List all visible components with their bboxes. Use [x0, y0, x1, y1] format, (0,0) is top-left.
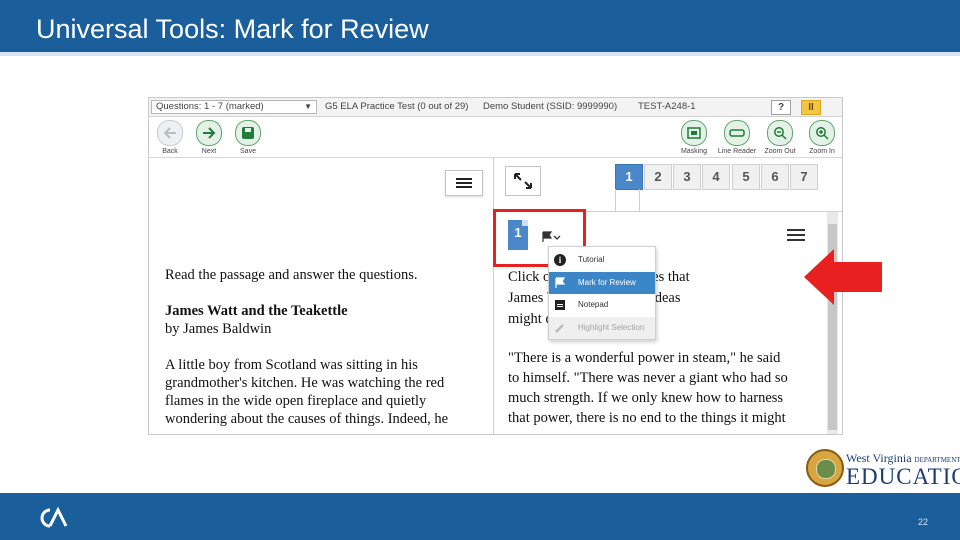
- quote-line-1[interactable]: "There is a wonderful power in steam," h…: [508, 348, 828, 368]
- active-tab-connector: [615, 189, 640, 212]
- wv-education-logo: West Virginia DEPARTMENT OF EDUCATION: [806, 449, 960, 489]
- highlighter-icon: [554, 322, 566, 334]
- passage-paragraph: A little boy from Scotland was sitting i…: [165, 357, 449, 427]
- quote-line-4[interactable]: that power, there is no end to the thing…: [508, 408, 828, 428]
- pause-button[interactable]: II: [801, 100, 821, 115]
- passage-title: James Watt and the Teakettle: [165, 303, 348, 319]
- arrow-left-icon: [157, 120, 183, 146]
- wv-logo-bottom-text: EDUCATION: [846, 464, 960, 489]
- question-context-menu: i Tutorial Mark for Review Notepad Highl…: [548, 246, 656, 340]
- slide-footer: 22: [0, 493, 960, 540]
- masking-icon: [681, 120, 707, 146]
- expand-icon: [514, 173, 532, 189]
- tab-question-7[interactable]: 7: [790, 164, 818, 190]
- slide-title: Universal Tools: Mark for Review: [36, 14, 429, 44]
- menu-item-highlight-selection: Highlight Selection: [549, 317, 655, 339]
- next-label: Next: [201, 148, 217, 155]
- test-app-screenshot: Questions: 1 - 7 (marked) ▼ G5 ELA Pract…: [148, 97, 843, 435]
- menu-item-tutorial[interactable]: i Tutorial: [549, 249, 655, 271]
- masking-label: Masking: [680, 148, 708, 155]
- quote-line-3[interactable]: much strength. If we only knew how to ha…: [508, 388, 828, 408]
- tab-question-3[interactable]: 3: [673, 164, 701, 190]
- save-icon: [235, 120, 261, 146]
- student-name: Demo Student (SSID: 9999990): [483, 101, 618, 112]
- tab-question-1[interactable]: 1: [615, 164, 643, 190]
- expand-button[interactable]: [505, 166, 541, 196]
- quote-line-2[interactable]: to himself. "There was never a giant who…: [508, 368, 828, 388]
- zoom-in-label: Zoom In: [809, 148, 835, 155]
- zoom-out-button[interactable]: Zoom Out: [760, 120, 800, 155]
- passage-byline: by James Baldwin: [165, 321, 272, 337]
- line-reader-icon: [724, 120, 750, 146]
- info-icon: i: [554, 254, 566, 266]
- next-button[interactable]: Next: [189, 120, 229, 155]
- passage-instruction: Read the passage and answer the question…: [165, 267, 418, 283]
- ca-logo-icon: [40, 506, 68, 528]
- slide-title-bar: Universal Tools: Mark for Review: [0, 0, 960, 52]
- question-menu-button[interactable]: [787, 228, 805, 242]
- passage-menu-button[interactable]: [445, 170, 483, 196]
- question-scrollbar[interactable]: [827, 212, 838, 434]
- zoom-in-icon: [809, 120, 835, 146]
- red-arrow-icon: [804, 249, 882, 305]
- save-label: Save: [240, 148, 256, 155]
- tab-question-4[interactable]: 4: [702, 164, 730, 190]
- zoom-in-button[interactable]: Zoom In: [802, 120, 842, 155]
- page-number: 22: [917, 517, 928, 527]
- menu-item-mark-for-review[interactable]: Mark for Review: [549, 272, 655, 294]
- questions-dropdown-label: Questions: 1 - 7 (marked): [156, 101, 264, 112]
- arrow-right-icon: [196, 120, 222, 146]
- tab-question-2[interactable]: 2: [644, 164, 672, 190]
- ca-logo: [36, 506, 68, 535]
- line-reader-button[interactable]: Line Reader: [717, 120, 757, 155]
- flag-icon: [554, 277, 566, 289]
- test-name: G5 ELA Practice Test (0 out of 29): [325, 101, 469, 112]
- back-label: Back: [162, 148, 178, 155]
- zoom-out-icon: [767, 120, 793, 146]
- menu-item-notepad[interactable]: Notepad: [549, 294, 655, 316]
- line-reader-label: Line Reader: [717, 148, 757, 155]
- save-button[interactable]: Save: [228, 120, 268, 155]
- notepad-icon: [554, 299, 566, 311]
- questions-dropdown[interactable]: Questions: 1 - 7 (marked) ▼: [151, 100, 317, 114]
- back-button[interactable]: Back: [150, 120, 190, 155]
- masking-button[interactable]: Masking: [674, 120, 714, 155]
- wv-seal-icon: [806, 449, 844, 487]
- question-pane: 1 2 3 4 5 6 7 1 Click on the two sentenc…: [493, 158, 842, 434]
- help-button[interactable]: ?: [771, 100, 791, 115]
- tab-question-6[interactable]: 6: [761, 164, 789, 190]
- passage-text: Read the passage and answer the question…: [165, 266, 485, 428]
- test-id: TEST-A248-1: [638, 101, 696, 112]
- tab-question-5[interactable]: 5: [732, 164, 760, 190]
- zoom-out-label: Zoom Out: [764, 148, 796, 155]
- app-top-bar: Questions: 1 - 7 (marked) ▼ G5 ELA Pract…: [149, 98, 842, 117]
- title-divider: [0, 52, 960, 56]
- chevron-down-icon: ▼: [304, 102, 312, 111]
- passage-pane: Read the passage and answer the question…: [149, 158, 494, 434]
- app-toolbar: Back Next Save Masking Line Reader Zoom …: [149, 117, 842, 158]
